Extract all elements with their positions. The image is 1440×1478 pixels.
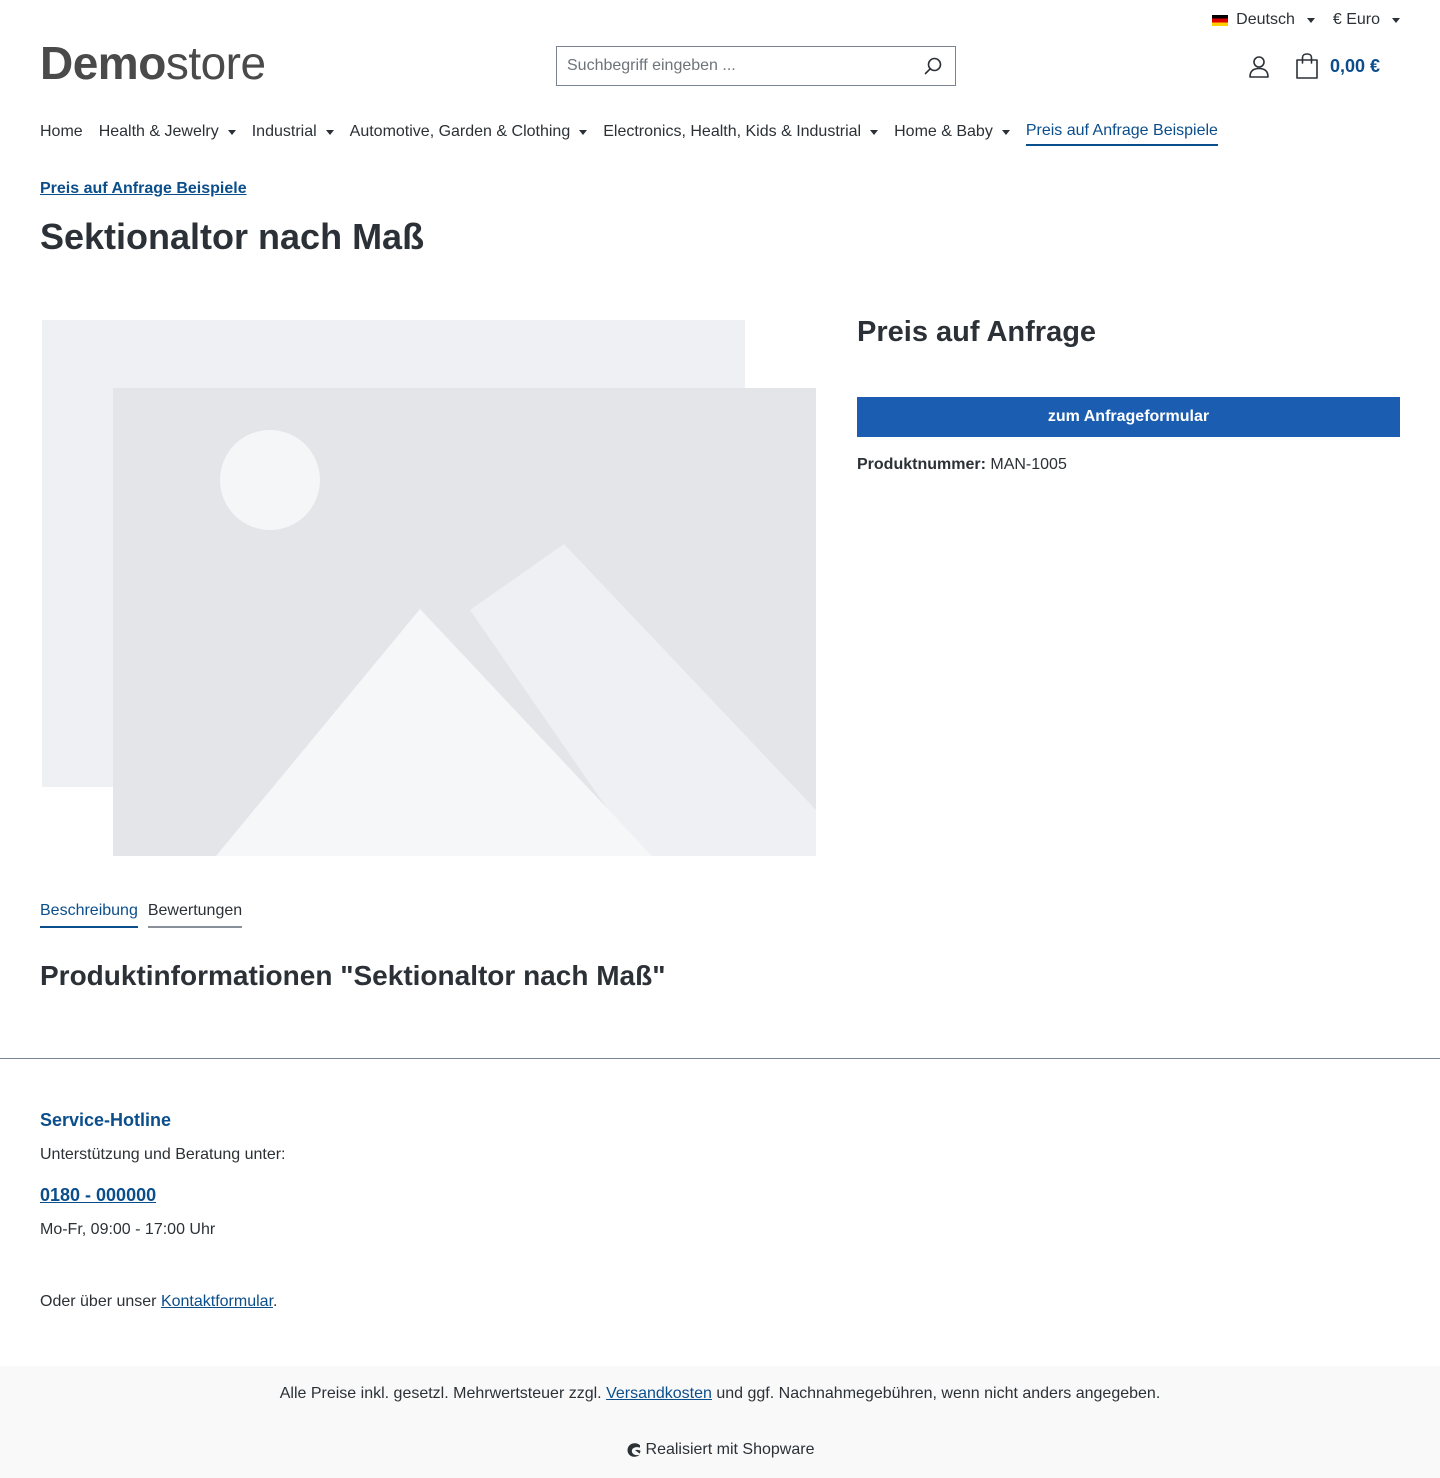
nav-item-label: Automotive, Garden & Clothing: [349, 123, 571, 140]
chevron-down-icon: [1001, 129, 1010, 135]
contact-prefix: Oder über unser: [40, 1293, 161, 1310]
opening-hours: Mo-Fr, 09:00 - 17:00 Uhr: [40, 1221, 216, 1238]
currency-label: € Euro: [1332, 11, 1380, 28]
page-title: Sektionaltor nach Maß: [40, 216, 425, 257]
product-tabs: Beschreibung Bewertungen: [40, 902, 243, 928]
currency-selector[interactable]: € Euro: [1333, 8, 1400, 32]
german-flag-icon: [1212, 14, 1229, 26]
search-box: [556, 46, 956, 86]
language-label: Deutsch: [1236, 11, 1295, 28]
product-image-placeholder: [40, 318, 816, 858]
search-input[interactable]: [557, 47, 911, 85]
vat-notice: Alle Preise inkl. gesetzl. Mehrwertsteue…: [0, 1385, 1440, 1403]
search-button[interactable]: [911, 47, 955, 85]
nav-item-electronics-health-kids-industrial[interactable]: Electronics, Health, Kids & Industrial: [603, 118, 879, 146]
phone-link[interactable]: 0180 - 000000: [40, 1185, 156, 1206]
nav-item-preis-auf-anfrage[interactable]: Preis auf Anfrage Beispiele: [1025, 118, 1218, 146]
footer-divider: [0, 1058, 1440, 1059]
nav-item-automotive-garden-clothing[interactable]: Automotive, Garden & Clothing: [350, 118, 588, 146]
price-on-request-label: Preis auf Anfrage: [857, 316, 1097, 348]
chevron-down-icon: [325, 129, 334, 135]
shopping-bag-icon: [1296, 53, 1318, 79]
product-number-label: Produktnummer:: [857, 456, 986, 473]
nav-item-home[interactable]: Home: [40, 118, 83, 146]
product-info-title: Produktinformationen "Sektionaltor nach …: [40, 960, 666, 991]
language-selector[interactable]: Deutsch: [1212, 8, 1315, 32]
service-hotline-title: Service-Hotline: [40, 1110, 172, 1130]
breadcrumb[interactable]: Preis auf Anfrage Beispiele: [40, 180, 247, 198]
main-navigation: Home Health & Jewelry Industrial Automot…: [40, 118, 1218, 146]
chevron-down-icon: [1392, 17, 1400, 23]
nav-item-home-baby[interactable]: Home & Baby: [894, 118, 1010, 146]
tab-description[interactable]: Beschreibung: [40, 902, 138, 928]
nav-item-industrial[interactable]: Industrial: [252, 118, 334, 146]
account-button[interactable]: [1246, 54, 1272, 80]
user-icon: [1249, 56, 1269, 78]
nav-item-label: Industrial: [251, 123, 317, 140]
nav-item-label: Home & Baby: [894, 123, 993, 140]
search-icon: [924, 57, 942, 75]
chevron-down-icon: [870, 129, 879, 135]
powered-by-label: Realisiert mit Shopware: [645, 1441, 815, 1458]
cart-total: 0,00 €: [1330, 55, 1381, 76]
chevron-down-icon: [1306, 17, 1315, 23]
chevron-down-icon: [227, 129, 236, 135]
nav-item-label: Electronics, Health, Kids & Industrial: [603, 123, 862, 140]
nav-item-label: Preis auf Anfrage Beispiele: [1025, 122, 1218, 139]
cart-button[interactable]: 0,00 €: [1294, 52, 1380, 80]
topbar: Deutsch € Euro: [1212, 8, 1400, 32]
contact-form-link[interactable]: Kontaktformular: [161, 1293, 273, 1310]
shipping-costs-link[interactable]: Versandkosten: [606, 1385, 712, 1402]
shopware-logo-icon: [627, 1443, 641, 1457]
nav-item-label: Home: [40, 123, 83, 140]
vat-suffix: und ggf. Nachnahmegebühren, wenn nicht a…: [711, 1385, 1161, 1402]
nav-item-label: Health & Jewelry: [98, 123, 219, 140]
nav-item-health-jewelry[interactable]: Health & Jewelry: [99, 118, 236, 146]
footer-bottom: Alle Preise inkl. gesetzl. Mehrwertsteue…: [0, 1366, 1440, 1478]
contact-text: Oder über unser Kontaktformular.: [40, 1293, 277, 1311]
product-number-value: MAN-1005: [990, 456, 1067, 473]
image-placeholder-icon: [42, 320, 816, 856]
logo-bold-text: Demo: [40, 37, 166, 89]
contact-suffix: .: [273, 1293, 278, 1310]
store-logo[interactable]: Demostore: [40, 36, 266, 90]
tab-reviews[interactable]: Bewertungen: [147, 902, 243, 928]
logo-light-text: store: [165, 37, 266, 89]
service-hotline-subtitle: Unterstützung und Beratung unter:: [40, 1146, 286, 1163]
inquiry-form-button[interactable]: zum Anfrageformular: [857, 397, 1400, 437]
powered-by[interactable]: Realisiert mit Shopware: [0, 1441, 1440, 1459]
product-number: Produktnummer: MAN-1005: [857, 456, 1067, 474]
chevron-down-icon: [579, 129, 588, 135]
vat-prefix: Alle Preise inkl. gesetzl. Mehrwertsteue…: [279, 1385, 607, 1402]
